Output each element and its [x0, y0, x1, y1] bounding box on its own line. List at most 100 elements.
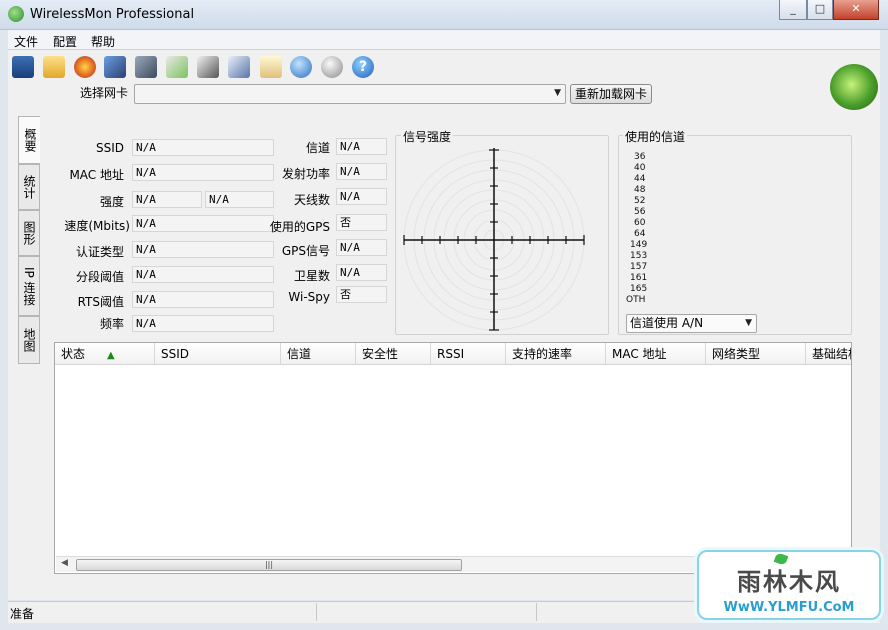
- signal-radar: [403, 148, 585, 331]
- column-status-label: 状态: [61, 347, 86, 361]
- channel-label-item: 40: [634, 163, 646, 173]
- wifi-globe-logo-icon: [830, 64, 878, 110]
- clipboard-icon[interactable]: [260, 56, 282, 78]
- help-icon[interactable]: ?: [352, 56, 374, 78]
- frag-value: N/A: [132, 266, 274, 283]
- column-network-type[interactable]: 网络类型: [706, 343, 806, 365]
- channel-label-item: 157: [630, 262, 648, 272]
- scroll-left-icon[interactable]: ◀: [61, 558, 68, 568]
- menu-file[interactable]: 文件: [14, 33, 38, 50]
- channel-usage-value: 信道使用 A/N: [630, 316, 704, 330]
- antenna-label: 天线数: [293, 193, 330, 207]
- mac-label: MAC 地址: [69, 168, 124, 182]
- channel-label-item: 36: [634, 152, 646, 162]
- wispy-label: Wi-Spy: [288, 290, 330, 304]
- record-icon[interactable]: [74, 56, 96, 78]
- channel-label-item: 56: [634, 207, 646, 217]
- tab-map[interactable]: 地图: [18, 316, 40, 364]
- tab-statistics[interactable]: 统计: [18, 164, 40, 210]
- strength-value-1: N/A: [132, 191, 202, 208]
- gps-used-label: 使用的GPS: [269, 220, 330, 234]
- freq-value: N/A: [132, 315, 274, 332]
- print-go-icon[interactable]: [166, 56, 188, 78]
- horizontal-scrollbar[interactable]: ◀ |||: [56, 556, 706, 572]
- channel-label-item: 52: [634, 196, 646, 206]
- channel-label-item: 64: [634, 229, 646, 239]
- chevron-down-icon: ▼: [554, 88, 561, 98]
- adapter-label: 选择网卡: [80, 86, 129, 100]
- network-config-icon[interactable]: [135, 56, 157, 78]
- channel-label: 信道: [305, 141, 330, 155]
- channel-list: 36 40 44 48 52 56 60 64 149 153 157 161 …: [626, 152, 656, 306]
- status-divider: [316, 603, 317, 621]
- mac-value: N/A: [132, 164, 274, 181]
- channel-label-item: 44: [634, 174, 646, 184]
- rts-label: RTS阈值: [77, 295, 124, 309]
- tab-ip-connection[interactable]: IP 连接: [18, 256, 40, 316]
- channel-label-item: 60: [634, 218, 646, 228]
- check-print-icon[interactable]: [228, 56, 250, 78]
- maximize-button[interactable]: □: [807, 0, 833, 20]
- channel-label-item: 48: [634, 185, 646, 195]
- menu-bar: [8, 30, 880, 50]
- speed-label: 速度(Mbits): [64, 219, 130, 233]
- adapter-select[interactable]: ▼: [134, 84, 566, 104]
- column-security[interactable]: 安全性: [356, 343, 431, 365]
- column-supported-rates[interactable]: 支持的速率: [506, 343, 606, 365]
- satellites-value: N/A: [336, 264, 387, 281]
- channels-used-title: 使用的信道: [623, 128, 688, 145]
- column-mac-address[interactable]: MAC 地址: [606, 343, 706, 365]
- channel-label-item: 161: [630, 273, 648, 283]
- channel-value: N/A: [336, 138, 387, 155]
- chat-info-icon[interactable]: [321, 56, 343, 78]
- column-rssi[interactable]: RSSI: [431, 343, 506, 365]
- column-channel[interactable]: 信道: [281, 343, 356, 365]
- menu-config[interactable]: 配置: [53, 33, 77, 50]
- rts-value: N/A: [132, 291, 274, 308]
- save-icon[interactable]: [12, 56, 34, 78]
- status-divider: [536, 603, 537, 621]
- txpower-label: 发射功率: [281, 167, 330, 181]
- gps-used-value: 否: [336, 214, 387, 231]
- network-table[interactable]: 状态 ▲ SSID 信道 安全性 RSSI 支持的速率 MAC 地址 网络类型 基…: [54, 342, 852, 574]
- column-ssid[interactable]: SSID: [155, 343, 281, 365]
- scrollbar-thumb[interactable]: |||: [76, 559, 462, 571]
- minimize-button[interactable]: _: [779, 0, 807, 20]
- gps-signal-value: N/A: [336, 239, 387, 256]
- satellites-label: 卫星数: [293, 269, 330, 283]
- auth-label: 认证类型: [75, 245, 124, 259]
- watermark-text: 雨林木风: [737, 567, 841, 596]
- gps-signal-label: GPS信号: [281, 244, 330, 258]
- frag-label: 分段阈值: [75, 270, 124, 284]
- strength-label: 强度: [99, 195, 124, 209]
- wispy-value: 否: [336, 286, 387, 303]
- globe-settings-icon[interactable]: [290, 56, 312, 78]
- close-button[interactable]: ✕: [833, 0, 879, 20]
- tab-summary[interactable]: 概要: [18, 116, 40, 164]
- sort-ascending-icon: ▲: [107, 350, 115, 361]
- reload-adapter-button[interactable]: 重新加载网卡: [570, 84, 652, 104]
- ssid-value: N/A: [132, 139, 274, 156]
- app-icon: [8, 6, 24, 22]
- vertical-tabs: 概要 统计 图形 IP 连接 地图: [18, 116, 40, 366]
- antenna-value: N/A: [336, 188, 387, 205]
- printer-icon[interactable]: [197, 56, 219, 78]
- chevron-down-icon: ▼: [745, 318, 752, 328]
- watermark-url: WwW.YLMFU.CoM: [723, 600, 855, 615]
- freq-label: 频率: [99, 317, 124, 331]
- channel-label-item: 165: [630, 284, 648, 294]
- tab-graph[interactable]: 图形: [18, 210, 40, 256]
- menu-help[interactable]: 帮助: [91, 33, 115, 50]
- column-status[interactable]: 状态 ▲: [55, 343, 155, 365]
- watermark-logo: 雨林木风 WwW.YLMFU.CoM: [697, 550, 881, 620]
- strength-value-2: N/A: [205, 191, 274, 208]
- column-infrastructure[interactable]: 基础结构: [806, 343, 851, 365]
- channel-label-item: OTH: [626, 295, 646, 305]
- speed-value: N/A: [132, 215, 274, 232]
- open-folder-icon[interactable]: [43, 56, 65, 78]
- channel-label-item: 153: [630, 251, 648, 261]
- txpower-value: N/A: [336, 163, 387, 180]
- channel-usage-select[interactable]: 信道使用 A/N ▼: [626, 314, 757, 333]
- network-adapter-icon[interactable]: [104, 56, 126, 78]
- window-title: WirelessMon Professional: [30, 7, 195, 22]
